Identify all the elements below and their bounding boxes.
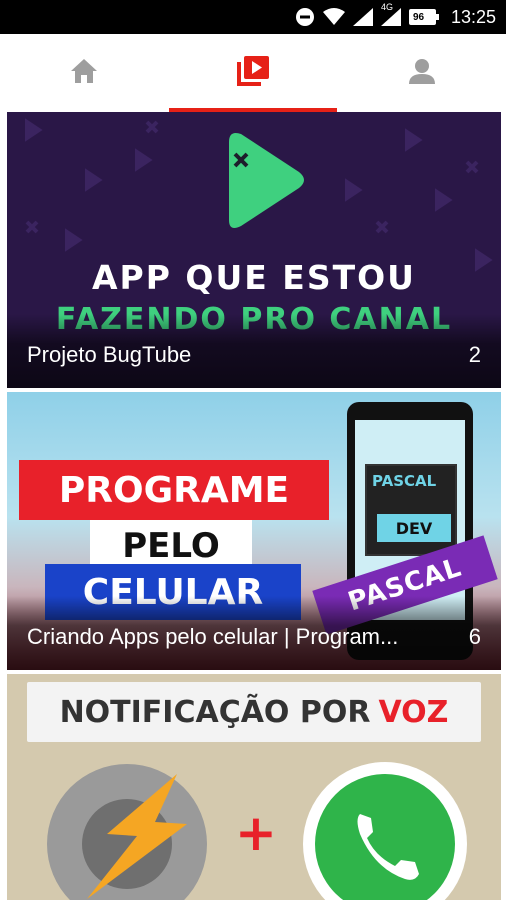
whatsapp-icon-inner <box>315 774 455 900</box>
thumbnail-headline-accent: VOZ <box>378 694 449 730</box>
signal-icon <box>352 8 373 26</box>
do-not-disturb-icon <box>295 7 315 27</box>
home-icon <box>70 58 98 89</box>
thumbnail-banner: PROGRAME <box>19 460 329 520</box>
lightning-bolt-icon <box>87 774 187 899</box>
playlist-caption: Projeto BugTube 2 <box>7 314 501 388</box>
thumbnail-headline-text: NOTIFICAÇÃO POR <box>59 694 371 730</box>
phone-code-label: PASCAL <box>372 472 437 490</box>
playlist-card[interactable]: APP QUE ESTOU FAZENDO PRO CANAL Projeto … <box>7 112 501 388</box>
playlist-list: APP QUE ESTOU FAZENDO PRO CANAL Projeto … <box>7 112 501 900</box>
battery-level: 96 <box>412 11 425 23</box>
plus-sign: + <box>235 804 277 862</box>
playlist-title: Criando Apps pelo celular | Program... <box>27 624 399 649</box>
playlist-caption: Criando Apps pelo celular | Program... 6 <box>7 596 501 670</box>
playlist-video-count: 6 <box>468 624 481 649</box>
tab-profile[interactable] <box>337 34 506 112</box>
status-bar: 4G 96 13:25 <box>0 0 506 34</box>
person-icon <box>408 58 436 89</box>
playlist-card[interactable]: PROGRAME PELO CELULAR PASCAL DEV PASCAL … <box>7 392 501 670</box>
playlist-video-count: 2 <box>468 342 481 367</box>
tab-playlists[interactable] <box>168 34 338 112</box>
tab-home[interactable] <box>0 34 169 112</box>
playlist-title: Projeto BugTube <box>27 342 192 367</box>
thumbnail-headline: NOTIFICAÇÃO POR VOZ <box>27 682 481 742</box>
status-time: 13:25 <box>450 6 496 27</box>
phone-handset-icon <box>357 814 419 880</box>
tab-bar <box>0 34 506 112</box>
battery-icon: 96 <box>408 9 439 25</box>
playlist-card[interactable]: NOTIFICAÇÃO POR VOZ + <box>7 674 501 900</box>
wifi-icon <box>322 8 345 26</box>
network-label: 4G <box>380 2 393 12</box>
thumbnail-heading: APP QUE ESTOU <box>92 258 416 297</box>
logo-icon <box>229 133 304 228</box>
playlist-play-icon <box>237 55 269 91</box>
phone-dev-label: DEV <box>377 514 451 542</box>
signal-4g-icon: 4G <box>380 2 401 26</box>
